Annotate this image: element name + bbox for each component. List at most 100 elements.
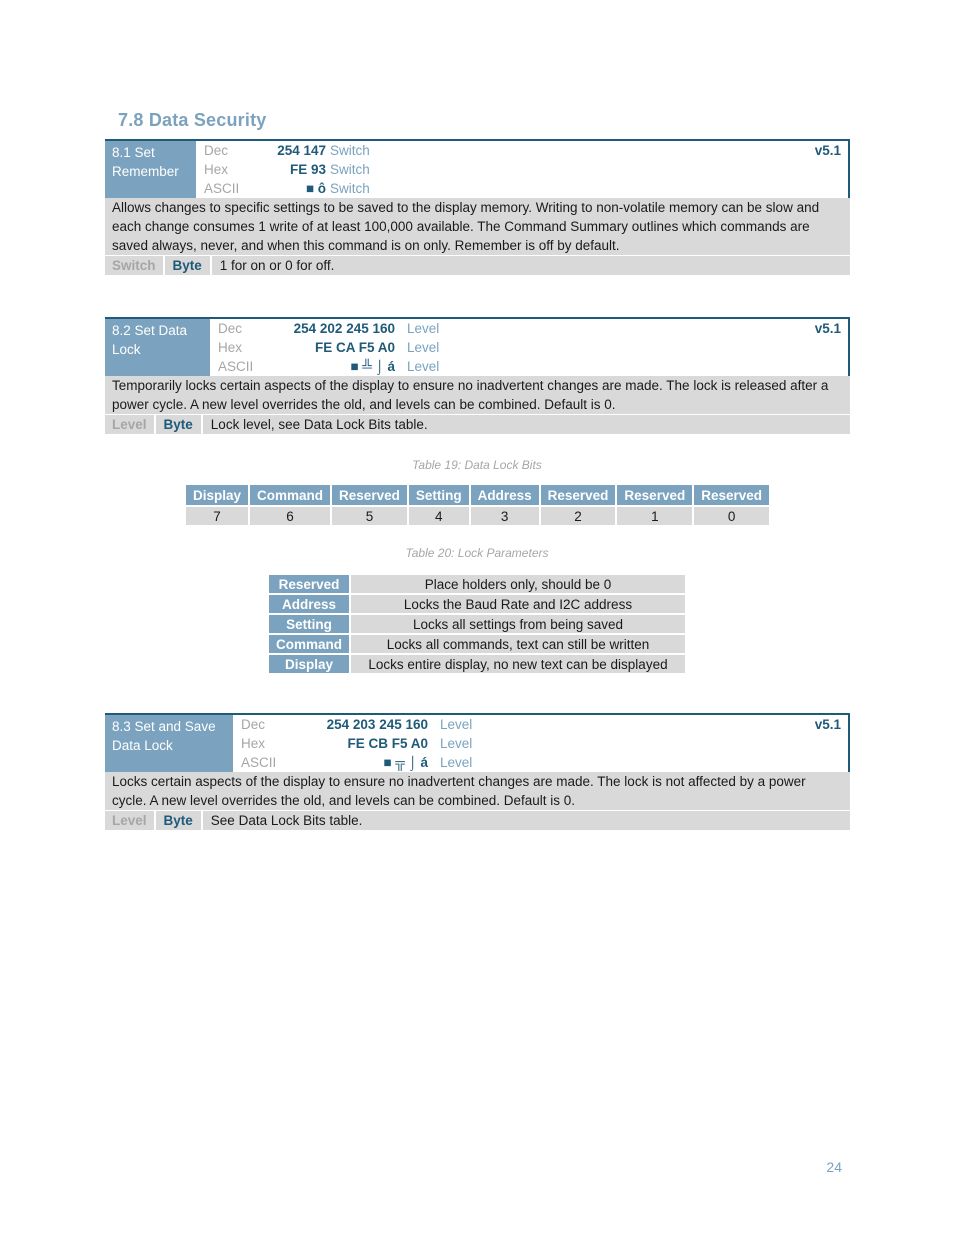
section-title: 7.8 Data Security bbox=[118, 110, 267, 130]
parameter-name: Switch bbox=[105, 256, 165, 275]
table-header-row: Display Command Reserved Setting Address… bbox=[183, 485, 772, 507]
parameter-description: Lock level, see Data Lock Bits table. bbox=[210, 417, 428, 432]
command-codes: Dec 254 203 245 160 Level Hex FE CB F5 A… bbox=[233, 715, 850, 772]
command-codes: Dec 254 147 Switch Hex FE 93 Switch ASCI… bbox=[196, 141, 850, 198]
parameter-row: Switch Byte 1 for on or 0 for off. bbox=[105, 256, 850, 275]
table-row: Display Locks entire display, no new tex… bbox=[269, 653, 687, 675]
ascii-param: Switch bbox=[330, 181, 370, 196]
command-description: Temporarily locks certain aspects of the… bbox=[105, 376, 850, 415]
hex-param: Level bbox=[440, 736, 473, 751]
row-header: Display bbox=[269, 653, 351, 675]
ascii-row: ASCII ■ ╩ ⌡ á Level bbox=[210, 357, 848, 376]
parameter-type: Byte bbox=[156, 811, 203, 830]
table-19-caption: Table 19: Data Lock Bits bbox=[412, 458, 542, 472]
dec-label: Dec bbox=[204, 143, 229, 158]
column-header: Display bbox=[183, 485, 251, 507]
dec-row: Dec 254 147 Switch bbox=[196, 141, 848, 160]
table-row: Reserved Place holders only, should be 0 bbox=[269, 573, 687, 595]
hex-row: Hex FE CA F5 A0 Level bbox=[210, 338, 848, 357]
ascii-label: ASCII bbox=[218, 359, 254, 374]
command-block-set-remember: 8.1 Set Remember Dec 254 147 Switch Hex … bbox=[105, 139, 850, 275]
dec-label: Dec bbox=[241, 717, 266, 732]
ascii-param: Level bbox=[407, 359, 440, 374]
parameter-name: Level bbox=[105, 415, 156, 434]
column-header: Command bbox=[248, 485, 333, 507]
ascii-label: ASCII bbox=[204, 181, 240, 196]
table-cell: 2 bbox=[538, 505, 618, 527]
row-header: Reserved bbox=[269, 573, 351, 595]
table-cell: 3 bbox=[468, 505, 541, 527]
table-cell: Locks the Baud Rate and I2C address bbox=[349, 593, 687, 615]
table-cell: 7 bbox=[183, 505, 251, 527]
column-header: Reserved bbox=[615, 485, 695, 507]
column-header: Reserved bbox=[330, 485, 409, 507]
column-header: Address bbox=[468, 485, 541, 507]
dec-param: Level bbox=[407, 321, 440, 336]
hex-value: FE CA F5 A0 bbox=[314, 340, 395, 355]
parameter-type: Byte bbox=[156, 415, 203, 434]
table-cell: 6 bbox=[248, 505, 333, 527]
column-header: Setting bbox=[406, 485, 471, 507]
table-cell: Locks all commands, text can still be wr… bbox=[349, 633, 687, 655]
dec-value: 254 203 245 160 bbox=[326, 717, 428, 732]
table-cell: Locks all settings from being saved bbox=[349, 613, 687, 635]
hex-row: Hex FE CB F5 A0 Level bbox=[233, 734, 848, 753]
hex-value: FE CB F5 A0 bbox=[347, 736, 428, 751]
row-header: Setting bbox=[269, 613, 351, 635]
command-name-line: 8.1 Set bbox=[112, 145, 155, 160]
dec-row: Dec 254 203 245 160 Level bbox=[233, 715, 848, 734]
hex-value: FE 93 bbox=[289, 162, 326, 177]
parameter-row: Level Byte Lock level, see Data Lock Bit… bbox=[105, 415, 850, 434]
version-badge: v5.1 bbox=[814, 321, 841, 336]
ascii-row: ASCII ■ ô Switch bbox=[196, 179, 848, 198]
table-cell: 1 bbox=[615, 505, 695, 527]
table-row: Command Locks all commands, text can sti… bbox=[269, 633, 687, 655]
ascii-param: Level bbox=[440, 755, 473, 770]
data-lock-bits-table: Display Command Reserved Setting Address… bbox=[183, 485, 772, 527]
ascii-label: ASCII bbox=[241, 755, 277, 770]
ascii-value: ■ ╦ ⌡ á bbox=[383, 755, 428, 770]
hex-row: Hex FE 93 Switch bbox=[196, 160, 848, 179]
command-name-line: Lock bbox=[112, 342, 141, 357]
dec-param: Level bbox=[440, 717, 473, 732]
hex-param: Level bbox=[407, 340, 440, 355]
version-badge: v5.1 bbox=[814, 143, 841, 158]
table-20-caption: Table 20: Lock Parameters bbox=[405, 546, 549, 560]
page-number: 24 bbox=[826, 1159, 842, 1175]
dec-row: Dec 254 202 245 160 Level bbox=[210, 319, 848, 338]
version-badge: v5.1 bbox=[814, 717, 841, 732]
command-name-line: Remember bbox=[112, 164, 179, 179]
command-description: Locks certain aspects of the display to … bbox=[105, 772, 850, 811]
dec-value: 254 147 bbox=[277, 143, 326, 158]
hex-param: Switch bbox=[330, 162, 370, 177]
hex-label: Hex bbox=[204, 162, 229, 177]
parameter-type: Byte bbox=[165, 256, 212, 275]
command-block-set-and-save-data-lock: 8.3 Set and Save Data Lock Dec 254 203 2… bbox=[105, 713, 850, 830]
command-name: 8.1 Set Remember bbox=[105, 141, 196, 198]
command-name: 8.2 Set Data Lock bbox=[105, 319, 210, 376]
table-cell: 0 bbox=[692, 505, 772, 527]
column-header: Reserved bbox=[538, 485, 618, 507]
dec-param: Switch bbox=[330, 143, 370, 158]
row-header: Command bbox=[269, 633, 351, 655]
parameter-name: Level bbox=[105, 811, 156, 830]
table-row: 7 6 5 4 3 2 1 0 bbox=[183, 505, 772, 527]
command-header: 8.1 Set Remember Dec 254 147 Switch Hex … bbox=[105, 139, 850, 198]
command-block-set-data-lock: 8.2 Set Data Lock Dec 254 202 245 160 Le… bbox=[105, 317, 850, 434]
ascii-value: ■ ô bbox=[305, 181, 326, 196]
command-name-line: 8.3 Set and Save bbox=[112, 719, 216, 734]
command-header: 8.3 Set and Save Data Lock Dec 254 203 2… bbox=[105, 713, 850, 772]
table-cell: Place holders only, should be 0 bbox=[349, 573, 687, 595]
lock-parameters-table: Reserved Place holders only, should be 0… bbox=[269, 573, 687, 675]
table-row: Setting Locks all settings from being sa… bbox=[269, 613, 687, 635]
hex-label: Hex bbox=[218, 340, 243, 355]
column-header: Reserved bbox=[692, 485, 772, 507]
command-name-line: 8.2 Set Data bbox=[112, 323, 188, 338]
row-header: Address bbox=[269, 593, 351, 615]
ascii-value: ■ ╩ ⌡ á bbox=[350, 359, 395, 374]
ascii-row: ASCII ■ ╦ ⌡ á Level bbox=[233, 753, 848, 772]
command-codes: Dec 254 202 245 160 Level Hex FE CA F5 A… bbox=[210, 319, 850, 376]
table-cell: Locks entire display, no new text can be… bbox=[349, 653, 687, 675]
parameter-description: 1 for on or 0 for off. bbox=[219, 258, 335, 273]
hex-label: Hex bbox=[241, 736, 266, 751]
